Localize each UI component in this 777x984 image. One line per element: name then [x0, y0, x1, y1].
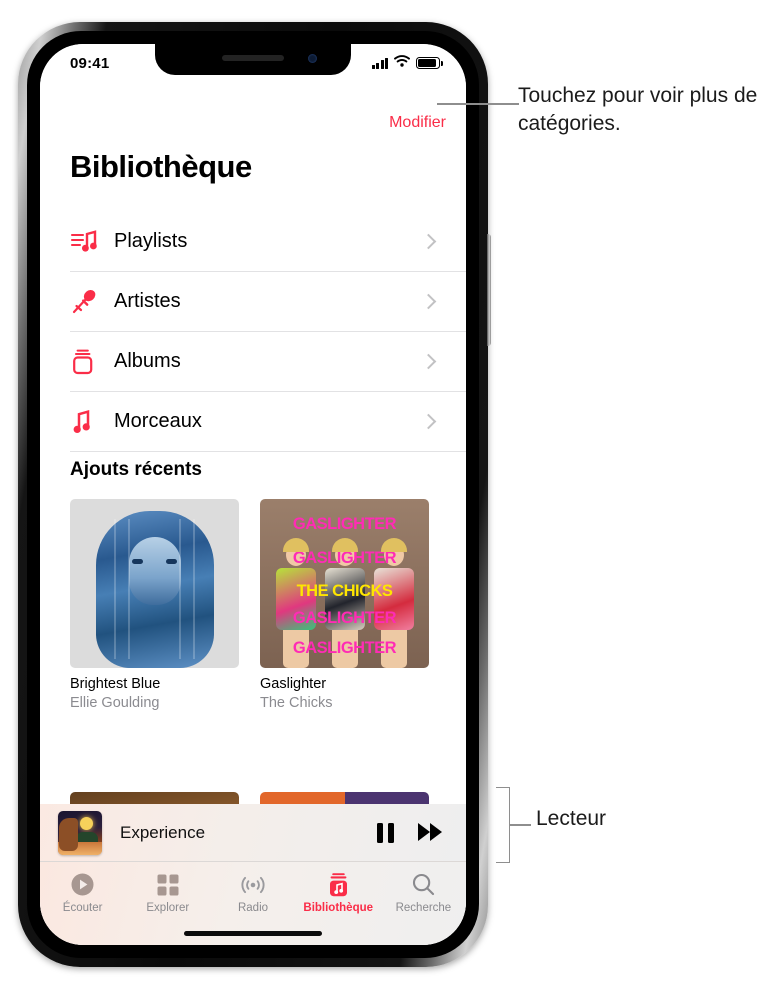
apple-music-library-screen: Modifier Bibliothèque [40, 44, 466, 945]
phone-screen: Modifier Bibliothèque [40, 44, 466, 945]
status-time: 09:41 [70, 55, 109, 72]
page-title: Bibliothèque [70, 149, 252, 185]
chevron-right-icon [421, 294, 437, 310]
grid-squares-icon [156, 871, 180, 898]
device-notch [155, 44, 351, 75]
chevron-right-icon [421, 234, 437, 250]
category-row-albums[interactable]: Albums [70, 332, 466, 392]
fast-forward-icon[interactable] [418, 823, 444, 842]
phone-bezel: Modifier Bibliothèque [27, 31, 479, 958]
radio-waves-icon [239, 871, 267, 898]
tab-ecouter[interactable]: Écouter [40, 871, 125, 914]
callout-bracket-player [496, 787, 510, 863]
tab-label: Écouter [63, 902, 103, 914]
album-artist: The Chicks [260, 695, 429, 711]
chevron-right-icon [421, 414, 437, 430]
album-art-text: THE CHICKS [260, 582, 429, 601]
now-playing-bar[interactable]: Experience [40, 804, 466, 862]
power-side-button[interactable] [487, 234, 491, 346]
search-icon [411, 871, 436, 898]
album-artwork-brightest-blue [70, 499, 239, 668]
album-title: Gaslighter [260, 676, 429, 692]
album-card-gaslighter[interactable]: GASLIGHTER GASLIGHTER THE CHICKS GASLIGH… [260, 499, 429, 711]
tab-label: Bibliothèque [303, 902, 373, 914]
wifi-icon [394, 54, 410, 72]
music-note-icon [70, 407, 104, 437]
earpiece-speaker [222, 55, 284, 61]
now-playing-track-title: Experience [120, 823, 377, 843]
category-label: Playlists [114, 230, 423, 253]
playlist-note-icon [70, 227, 104, 257]
pause-icon[interactable] [377, 823, 394, 843]
callout-player: Lecteur [536, 805, 606, 833]
edit-categories-button[interactable]: Modifier [389, 114, 446, 132]
tab-radio[interactable]: Radio [210, 871, 295, 914]
recently-added-heading: Ajouts récents [70, 459, 202, 481]
tab-label: Radio [238, 902, 268, 914]
play-circle-icon [70, 871, 95, 898]
album-artwork-gaslighter: GASLIGHTER GASLIGHTER THE CHICKS GASLIGH… [260, 499, 429, 668]
now-playing-artwork[interactable] [58, 811, 102, 855]
iphone-device-frame: Modifier Bibliothèque [18, 22, 488, 967]
cellular-signal-icon [372, 58, 389, 69]
callout-bracket-stem [509, 824, 531, 826]
category-label: Artistes [114, 290, 423, 313]
front-camera-icon [308, 54, 317, 63]
recently-added-grid: Brightest Blue Ellie Goulding GASLIGHTER… [70, 499, 452, 711]
tab-label: Recherche [396, 902, 452, 914]
category-row-artistes[interactable]: Artistes [70, 272, 466, 332]
callout-edit-categories: Touchez pour voir plus de catégories. [518, 82, 770, 137]
library-album-icon [326, 871, 351, 898]
tab-explorer[interactable]: Explorer [125, 871, 210, 914]
album-artist: Ellie Goulding [70, 695, 239, 711]
callout-leader-line-top [437, 103, 519, 105]
library-category-list: Playlists [40, 212, 466, 452]
album-art-text: GASLIGHTER [260, 609, 429, 628]
status-icons [372, 54, 441, 72]
category-label: Albums [114, 350, 423, 373]
album-stack-icon [70, 347, 104, 377]
battery-icon [416, 57, 440, 69]
microphone-icon [70, 287, 104, 317]
home-indicator[interactable] [184, 931, 322, 936]
album-card-brightest-blue[interactable]: Brightest Blue Ellie Goulding [70, 499, 239, 711]
category-row-playlists[interactable]: Playlists [70, 212, 466, 272]
album-art-text: GASLIGHTER [260, 515, 429, 534]
category-row-morceaux[interactable]: Morceaux [70, 392, 466, 452]
chevron-right-icon [421, 354, 437, 370]
player-controls [377, 823, 448, 843]
tab-recherche[interactable]: Recherche [381, 871, 466, 914]
album-title: Brightest Blue [70, 676, 239, 692]
category-label: Morceaux [114, 410, 423, 433]
album-art-text: GASLIGHTER [260, 639, 429, 658]
tab-label: Explorer [146, 902, 189, 914]
tab-bibliotheque[interactable]: Bibliothèque [296, 871, 381, 914]
